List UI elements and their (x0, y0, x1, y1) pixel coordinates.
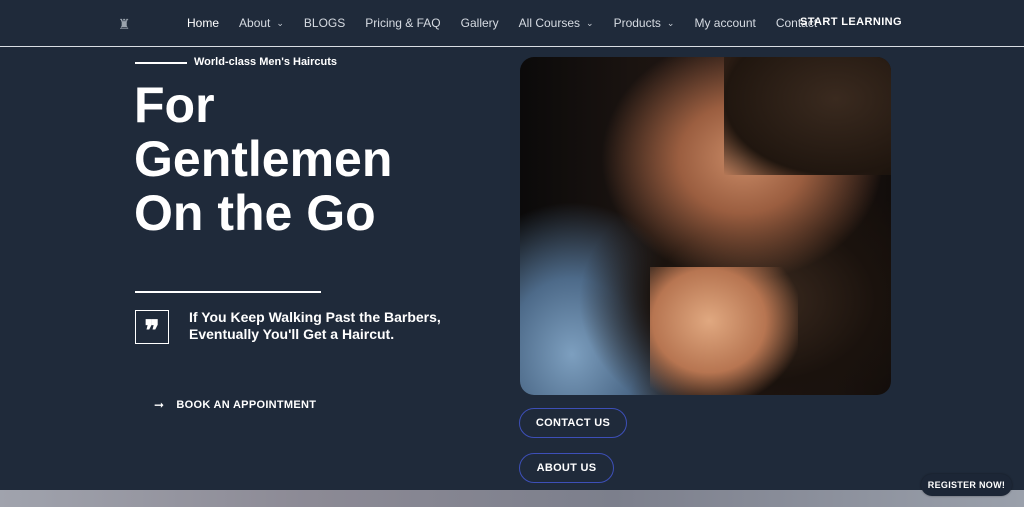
hero-divider (135, 291, 321, 293)
hero-image-hair-shade (724, 57, 891, 176)
nav-item-gallery[interactable]: Gallery (461, 16, 499, 30)
logo-icon[interactable]: ♜ (116, 15, 132, 33)
hero-kicker: World-class Men's Haircuts (194, 56, 338, 68)
nav-item-home[interactable]: Home (187, 16, 219, 30)
nav-item-label: Products (613, 16, 661, 30)
hero-title-line-3: On the Go (134, 185, 376, 241)
contact-us-button[interactable]: CONTACT US (519, 408, 627, 438)
arrow-right-icon: ➞ (154, 398, 165, 412)
about-us-button[interactable]: ABOUT US (519, 453, 614, 483)
book-appointment-label: BOOK AN APPOINTMENT (176, 399, 317, 411)
book-appointment-link[interactable]: ➞ BOOK AN APPOINTMENT (154, 398, 316, 412)
nav-item-about[interactable]: About ⌄ (239, 16, 284, 30)
nav-item-blogs[interactable]: BLOGS (304, 16, 345, 30)
hero-title-line-1: For (134, 77, 215, 133)
chevron-down-icon: ⌄ (666, 17, 675, 28)
register-now-button[interactable]: REGISTER NOW! (921, 474, 1012, 496)
start-learning-button[interactable]: START LEARNING (800, 16, 902, 28)
hero-quote: If You Keep Walking Past the Barbers, Ev… (189, 309, 441, 342)
nav-item-products[interactable]: Products ⌄ (614, 16, 675, 30)
site-header: ♜ Home About ⌄ BLOGS Pricing & FAQ Galler… (0, 0, 1024, 47)
nav-item-label: My account (694, 16, 756, 30)
hero-image (520, 57, 891, 395)
nav-item-my-account[interactable]: My account (694, 16, 755, 30)
nav-item-label: Pricing & FAQ (365, 16, 441, 30)
hero-title-line-2: Gentlemen (134, 131, 393, 187)
kicker-divider (135, 62, 187, 64)
nav-item-label: Gallery (460, 16, 499, 30)
nav-item-all-courses[interactable]: All Courses ⌄ (519, 16, 594, 30)
quote-icon: ❞ (135, 310, 169, 347)
hero-image-hand-shade (649, 266, 799, 395)
nav-item-label: BLOGS (303, 16, 346, 30)
main-nav: Home About ⌄ BLOGS Pricing & FAQ Gallery … (187, 0, 837, 46)
chevron-down-icon: ⌄ (276, 17, 284, 28)
nav-item-pricing-faq[interactable]: Pricing & FAQ (365, 16, 440, 30)
hero-title: For Gentlemen On the Go (134, 78, 494, 240)
nav-item-label: About (239, 16, 271, 30)
chevron-down-icon: ⌄ (586, 17, 594, 28)
next-section-preview (0, 490, 1024, 507)
nav-item-label: Home (187, 16, 220, 30)
nav-item-label: All Courses (518, 16, 581, 30)
